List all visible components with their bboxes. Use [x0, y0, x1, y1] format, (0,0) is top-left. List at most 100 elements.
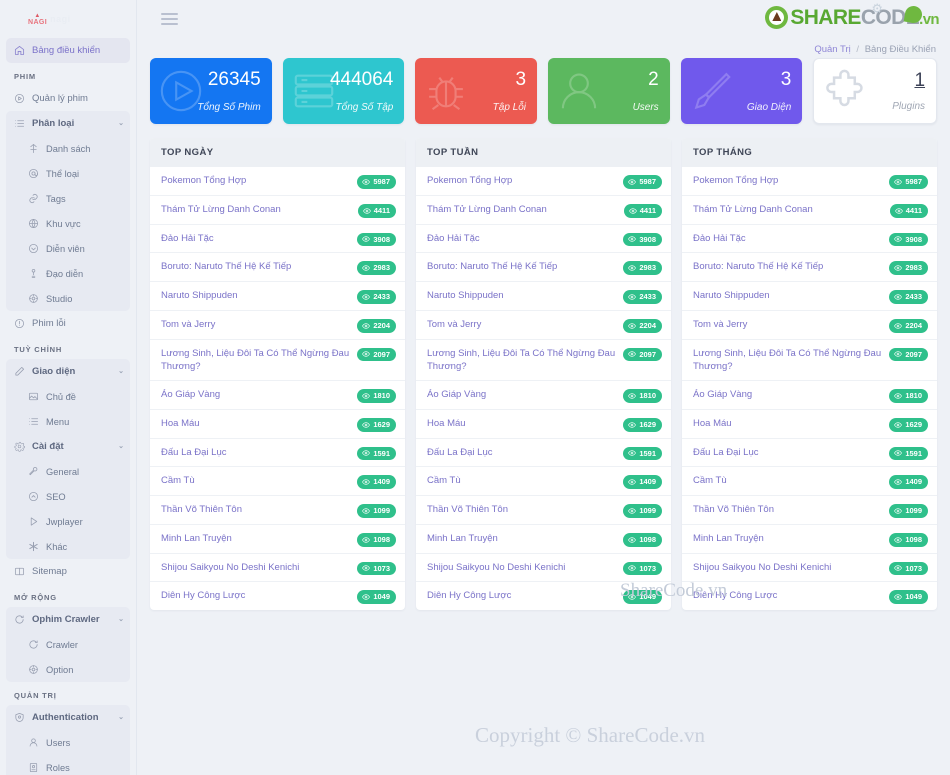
sidebar-item-roles[interactable]: Roles	[6, 755, 130, 775]
movie-title-link[interactable]: Diên Hy Công Lược	[161, 589, 349, 603]
movie-title-link[interactable]: Thám Tử Lừng Danh Conan	[427, 203, 616, 217]
sidebar-item-th-lo-i[interactable]: Thể loại	[6, 161, 130, 186]
movie-title-link[interactable]: Áo Giáp Vàng	[427, 388, 615, 402]
chevron-down-icon[interactable]: ⌄	[118, 443, 124, 450]
stat-card-plugins[interactable]: 1 Plugins	[813, 58, 938, 124]
movie-title-link[interactable]: Đấu La Đại Lục	[427, 446, 615, 460]
sidebar-item-danh-s-ch[interactable]: Danh sách	[6, 136, 130, 161]
movie-title-link[interactable]: Boruto: Naruto Thế Hệ Kế Tiếp	[427, 260, 615, 274]
breadcrumb-parent[interactable]: Quản Trị	[814, 44, 850, 55]
panel-body: Pokemon Tổng Hợp 5987 Thám Tử Lừng Danh Co…	[416, 167, 671, 610]
movie-title-link[interactable]: Naruto Shippuden	[427, 289, 615, 303]
movie-title-link[interactable]: Naruto Shippuden	[693, 289, 881, 303]
movie-title-link[interactable]: Đảo Hải Tặc	[427, 232, 615, 246]
sidebar-item-o-di-n[interactable]: Đạo diễn	[6, 261, 130, 286]
sidebar-item-ophim-crawler[interactable]: Ophim Crawler ⌄	[6, 607, 130, 632]
list-item: Đảo Hải Tặc 3908	[150, 225, 405, 254]
stat-card-t-ng-s-t-p[interactable]: 444064 Tổng Số Tập	[282, 58, 405, 124]
eye-icon	[894, 508, 903, 514]
chevron-down-icon[interactable]: ⌄	[118, 120, 124, 127]
movie-title-link[interactable]: Hoa Máu	[161, 417, 349, 431]
sidebar-item-crawler[interactable]: Crawler	[6, 632, 130, 657]
view-count-badge: 3908	[357, 232, 396, 247]
movie-title-link[interactable]: Pokemon Tổng Hợp	[427, 174, 615, 188]
movie-title-link[interactable]: Minh Lan Truyện	[693, 532, 881, 546]
stat-card-users[interactable]: 2 Users	[548, 58, 670, 124]
chevron-down-icon[interactable]: ⌄	[118, 368, 124, 375]
list-item: Lương Sinh, Liệu Đôi Ta Có Thể Ngừng Đau…	[416, 340, 671, 382]
movie-title-link[interactable]: Cầm Tù	[693, 474, 881, 488]
view-count-badge: 4411	[357, 203, 396, 218]
sidebar-item-qu-n-l-phim[interactable]: Quản lý phim	[6, 86, 130, 111]
sidebar-item-label: Danh sách	[46, 143, 91, 154]
sidebar-item-ch[interactable]: Chủ đề	[6, 384, 130, 409]
eye-icon	[362, 207, 371, 214]
sidebar-item-dashboard[interactable]: Bảng điều khiển	[6, 38, 130, 63]
movie-title-link[interactable]: Thám Tử Lừng Danh Conan	[161, 203, 350, 217]
view-count-value: 4411	[639, 205, 656, 215]
sidebar-item-jwplayer[interactable]: Jwplayer	[6, 509, 130, 534]
movie-title-link[interactable]: Minh Lan Truyện	[161, 532, 349, 546]
movie-title-link[interactable]: Tom và Jerry	[693, 318, 881, 332]
movie-title-link[interactable]: Diên Hy Công Lược	[427, 589, 615, 603]
sidebar-item-giao-di-n[interactable]: Giao diện ⌄	[6, 359, 130, 384]
view-count-value: 1409	[373, 477, 390, 487]
movie-title-link[interactable]: Lương Sinh, Liệu Đôi Ta Có Thể Ngừng Đau…	[161, 347, 349, 375]
sidebar-item-khu-v-c[interactable]: Khu vực	[6, 211, 130, 236]
stat-card-giao-di-n[interactable]: 3 Giao Diện	[680, 58, 803, 124]
list-item: Tom và Jerry 2204	[416, 311, 671, 340]
sidebar-item-authentication[interactable]: Authentication ⌄	[6, 705, 130, 730]
movie-title-link[interactable]: Pokemon Tổng Hợp	[693, 174, 881, 188]
sidebar-item-menu[interactable]: Menu	[6, 409, 130, 434]
brand-logo[interactable]: ▲ NAGI nagi	[6, 0, 130, 38]
movie-title-link[interactable]: Cầm Tù	[161, 474, 349, 488]
chevron-down-icon[interactable]: ⌄	[118, 616, 124, 623]
view-count-value: 1073	[639, 563, 656, 573]
sidebar-item-option[interactable]: Option	[6, 657, 130, 682]
chevron-down-icon[interactable]: ⌄	[118, 714, 124, 721]
movie-title-link[interactable]: Shijou Saikyou No Deshi Kenichi	[427, 561, 615, 575]
eye-icon	[362, 294, 371, 300]
movie-title-link[interactable]: Pokemon Tổng Hợp	[161, 174, 349, 188]
sidebar-item-tags[interactable]: Tags	[6, 186, 130, 211]
movie-title-link[interactable]: Shijou Saikyou No Deshi Kenichi	[161, 561, 349, 575]
movie-title-link[interactable]: Thần Võ Thiên Tôn	[427, 503, 615, 517]
movie-title-link[interactable]: Cầm Tù	[427, 474, 615, 488]
movie-title-link[interactable]: Hoa Máu	[427, 417, 615, 431]
list-item: Pokemon Tổng Hợp 5987	[682, 167, 937, 196]
movie-title-link[interactable]: Thám Tử Lừng Danh Conan	[693, 203, 882, 217]
movie-title-link[interactable]: Minh Lan Truyện	[427, 532, 615, 546]
movie-title-link[interactable]: Boruto: Naruto Thế Hệ Kế Tiếp	[693, 260, 881, 274]
sidebar-item-kh-c[interactable]: Khác	[6, 534, 130, 559]
sidebar-item-seo[interactable]: SEO	[6, 484, 130, 509]
sidebar-item-phim-l-i[interactable]: Phim lỗi	[6, 311, 130, 336]
eye-icon	[362, 322, 371, 329]
movie-title-link[interactable]: Lương Sinh, Liệu Đôi Ta Có Thể Ngừng Đau…	[693, 347, 881, 375]
sidebar-item-general[interactable]: General	[6, 459, 130, 484]
movie-title-link[interactable]: Shijou Saikyou No Deshi Kenichi	[693, 561, 881, 575]
movie-title-link[interactable]: Đấu La Đại Lục	[161, 446, 349, 460]
sidebar-group: Giao diện ⌄ Chủ đề Menu Cài đặt ⌄ General SEO Jw…	[6, 359, 130, 559]
hamburger-menu-icon[interactable]	[161, 13, 178, 25]
stat-card-t-p-l-i[interactable]: 3 Tập Lỗi	[415, 58, 538, 124]
movie-title-link[interactable]: Đảo Hải Tặc	[693, 232, 881, 246]
movie-title-link[interactable]: Đảo Hải Tặc	[161, 232, 349, 246]
movie-title-link[interactable]: Thần Võ Thiên Tôn	[161, 503, 349, 517]
stat-card-t-ng-s-phim[interactable]: 26345 Tổng Số Phim	[150, 58, 272, 124]
movie-title-link[interactable]: Naruto Shippuden	[161, 289, 349, 303]
sidebar-item-ph-n-lo-i[interactable]: Phân loại ⌄	[6, 111, 130, 136]
sidebar-item-users[interactable]: Users	[6, 730, 130, 755]
movie-title-link[interactable]: Áo Giáp Vàng	[693, 388, 881, 402]
movie-title-link[interactable]: Tom và Jerry	[427, 318, 615, 332]
movie-title-link[interactable]: Hoa Máu	[693, 417, 881, 431]
sidebar-item-studio[interactable]: Studio	[6, 286, 130, 311]
sidebar-item-di-n-vi-n[interactable]: Diễn viên	[6, 236, 130, 261]
movie-title-link[interactable]: Áo Giáp Vàng	[161, 388, 349, 402]
sidebar-item-c-i-t[interactable]: Cài đặt ⌄	[6, 434, 130, 459]
movie-title-link[interactable]: Tom và Jerry	[161, 318, 349, 332]
movie-title-link[interactable]: Lương Sinh, Liệu Đôi Ta Có Thể Ngừng Đau…	[427, 347, 615, 375]
movie-title-link[interactable]: Đấu La Đại Lục	[693, 446, 881, 460]
movie-title-link[interactable]: Boruto: Naruto Thế Hệ Kế Tiếp	[161, 260, 349, 274]
sidebar-item-sitemap[interactable]: Sitemap	[6, 559, 130, 584]
movie-title-link[interactable]: Thần Võ Thiên Tôn	[693, 503, 881, 517]
